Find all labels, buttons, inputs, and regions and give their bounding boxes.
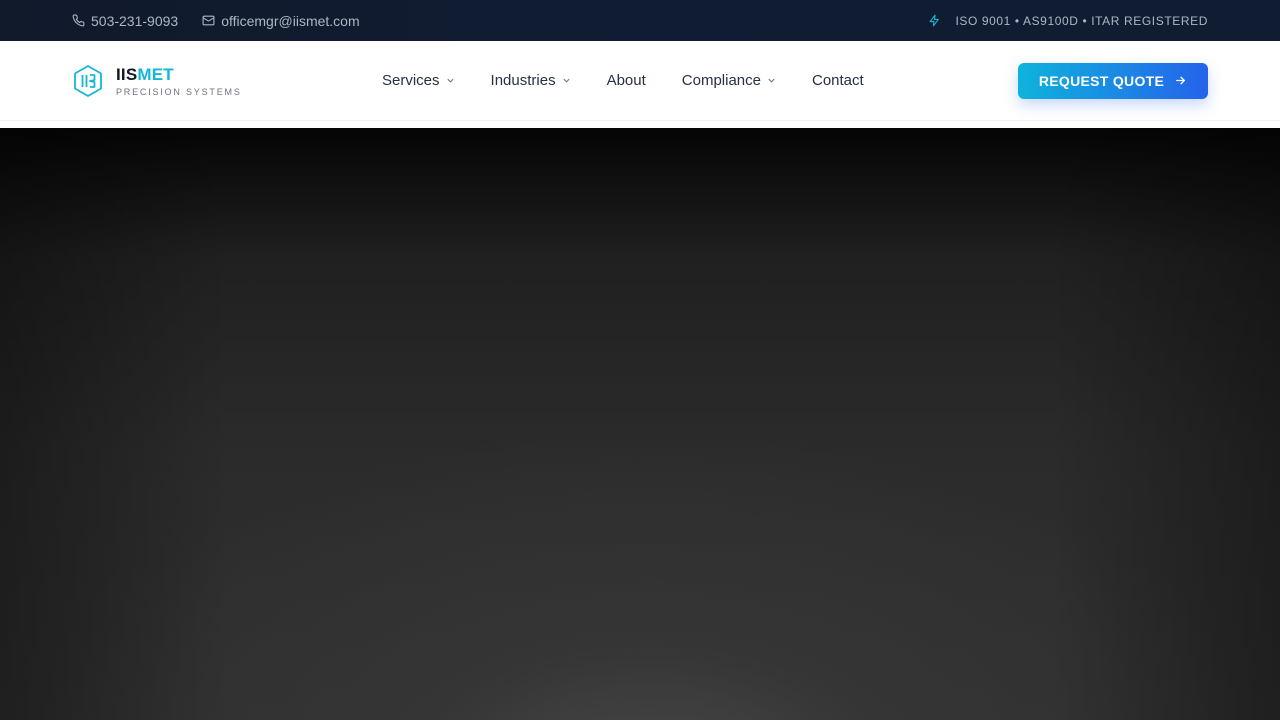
- chevron-down-icon: [562, 78, 570, 83]
- email-link[interactable]: officemgr@iismet.com: [202, 12, 360, 29]
- nav-item-label: About: [606, 72, 646, 89]
- phone-icon: [72, 14, 85, 27]
- nav-item-label: Compliance: [681, 72, 761, 89]
- main-navigation: IISMET PRECISION SYSTEMS Services Indust…: [0, 41, 1280, 121]
- bolt-icon: [930, 14, 940, 27]
- nav-item-contact[interactable]: Contact: [812, 72, 864, 89]
- arrow-right-icon: [1176, 76, 1186, 85]
- nav-item-industries[interactable]: Industries: [491, 72, 571, 89]
- brand-text: IISMET PRECISION SYSTEMS: [116, 65, 242, 97]
- hexagon-logo-icon: [72, 64, 104, 98]
- nav-item-label: Contact: [812, 72, 864, 89]
- contact-info: 503-231-9093 officemgr@iismet.com: [72, 13, 360, 29]
- brand-name: IISMET: [116, 65, 242, 85]
- nav-divider: [0, 121, 1280, 128]
- nav-menu: Services Industries About Compliance Con…: [382, 72, 864, 89]
- nav-item-about[interactable]: About: [607, 72, 646, 89]
- request-quote-label: REQUEST QUOTE: [1038, 72, 1165, 89]
- mail-icon: [202, 15, 215, 26]
- nav-item-services[interactable]: Services: [382, 72, 455, 89]
- request-quote-button[interactable]: REQUEST QUOTE: [1018, 62, 1208, 99]
- brand-name-part1: IIS: [116, 64, 138, 84]
- chevron-down-icon: [768, 78, 775, 83]
- phone-link[interactable]: 503-231-9093: [72, 13, 178, 29]
- chevron-down-icon: [446, 78, 454, 83]
- phone-number: 503-231-9093: [91, 12, 179, 29]
- brand-logo[interactable]: IISMET PRECISION SYSTEMS: [72, 64, 372, 98]
- brand-name-part2: MET: [137, 64, 174, 84]
- nav-item-label: Services: [382, 72, 440, 89]
- certifications-text: ISO 9001 • AS9100D • ITAR REGISTERED: [955, 13, 1208, 28]
- nav-item-label: Industries: [490, 72, 556, 89]
- hero-background: [0, 128, 1280, 720]
- certifications: ISO 9001 • AS9100D • ITAR REGISTERED: [928, 14, 1208, 28]
- top-info-bar: 503-231-9093 officemgr@iismet.com ISO 90…: [0, 0, 1280, 41]
- email-address: officemgr@iismet.com: [221, 12, 360, 29]
- nav-item-compliance[interactable]: Compliance: [682, 72, 776, 89]
- brand-tagline: PRECISION SYSTEMS: [116, 86, 242, 97]
